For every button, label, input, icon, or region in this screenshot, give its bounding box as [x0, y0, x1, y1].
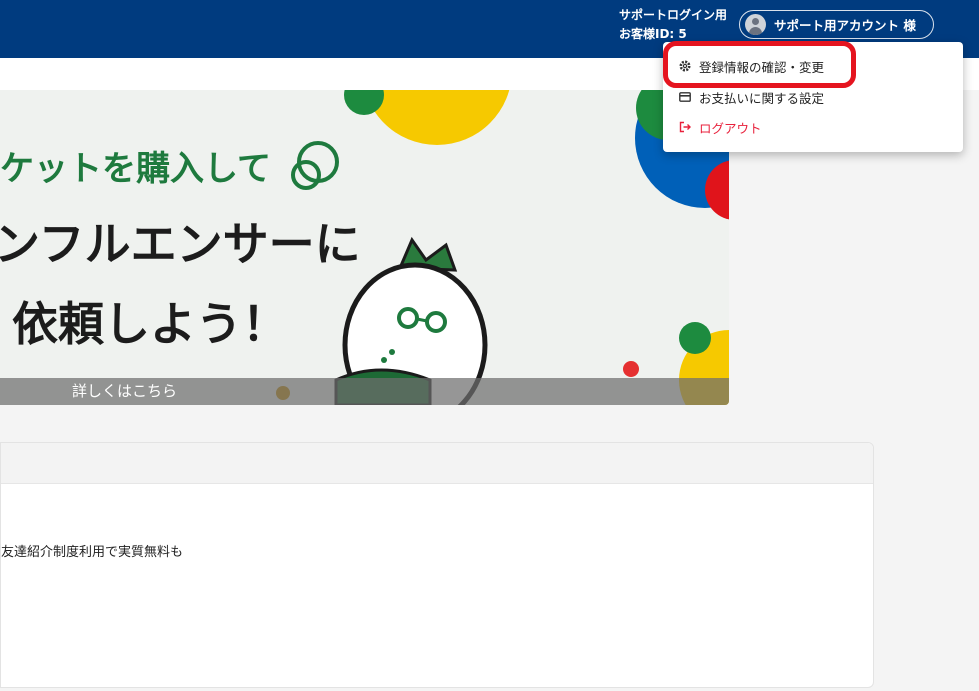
menu-item-label: お支払いに関する設定 — [699, 90, 825, 106]
highlight-annotation — [663, 41, 856, 88]
support-login-info: サポートログイン用 お客様ID: 5 — [619, 6, 727, 44]
card-header — [1, 443, 873, 484]
card-body-text: 友達紹介制度利用で実質無料も — [1, 545, 184, 560]
avatar-icon — [745, 14, 766, 35]
banner-line2: ンフルエンサーに — [0, 217, 361, 271]
account-name: サポート用アカウント 様 — [774, 18, 916, 33]
promo-banner[interactable]: ケットを購入して ンフルエンサーに 依頼しよう！ 詳しくはこちら — [0, 90, 729, 405]
menu-item-payment-settings[interactable]: お支払いに関する設定 — [679, 86, 824, 108]
support-login-label: サポートログイン用 — [619, 8, 728, 22]
credit-card-icon — [679, 91, 691, 103]
banner-line1: ケットを購入して — [0, 149, 271, 189]
menu-item-label: ログアウト — [699, 120, 762, 136]
logout-icon — [679, 121, 691, 133]
banner-caption-bar[interactable]: 詳しくはこちら — [0, 378, 729, 405]
account-menu-button[interactable]: サポート用アカウント 様 — [739, 10, 934, 39]
banner-line3: 依頼しよう！ — [12, 297, 288, 351]
menu-item-logout[interactable]: ログアウト — [679, 116, 762, 138]
content-card: 友達紹介制度利用で実質無料も — [0, 442, 874, 688]
banner-details-link[interactable]: 詳しくはこちら — [72, 378, 177, 405]
banner-illustration: ケットを購入して ンフルエンサーに 依頼しよう！ — [0, 90, 729, 405]
